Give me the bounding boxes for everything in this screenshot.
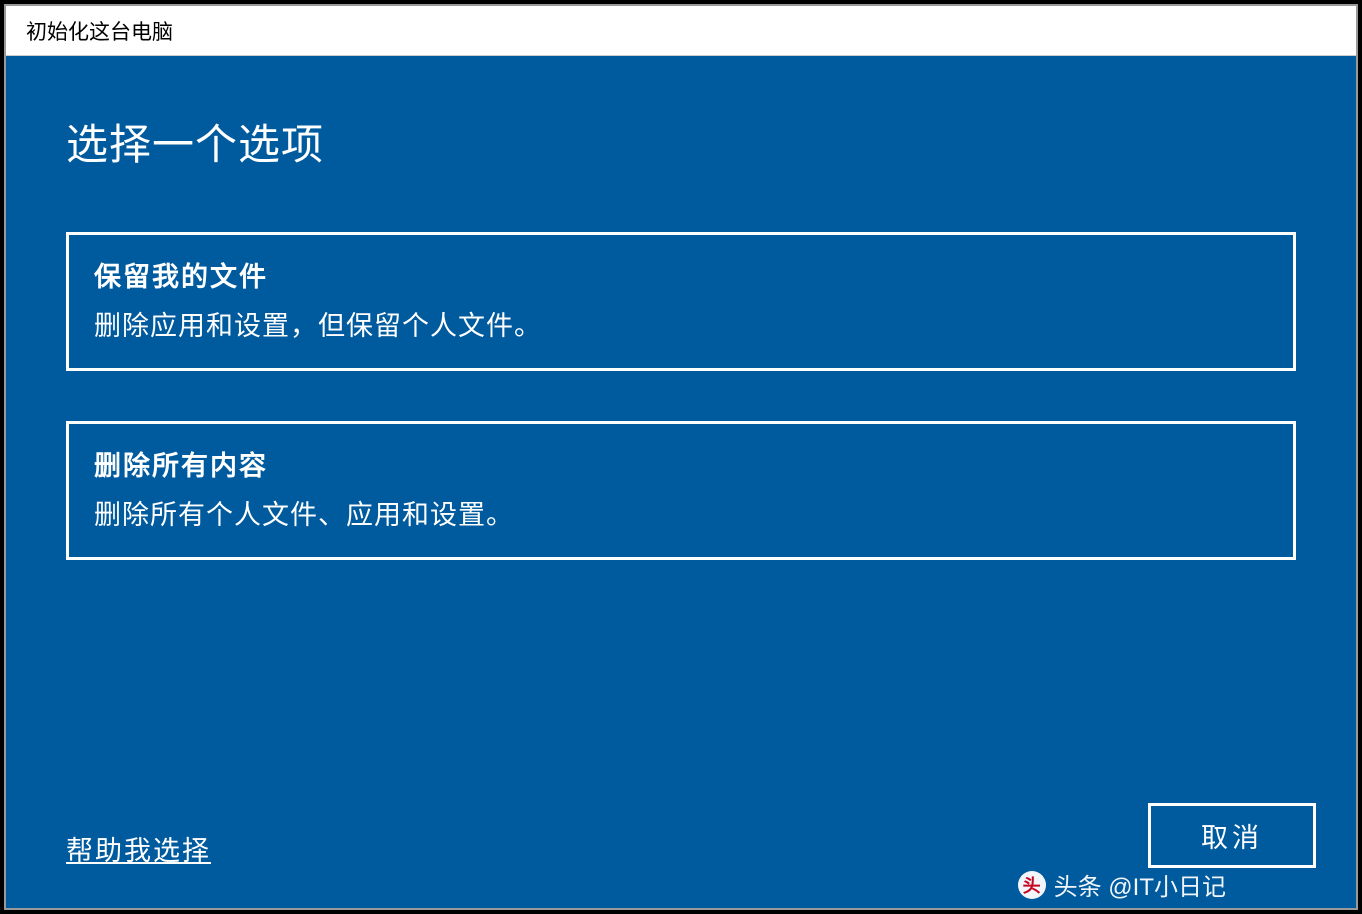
page-heading: 选择一个选项 (66, 111, 1296, 172)
option-keep-files[interactable]: 保留我的文件 删除应用和设置，但保留个人文件。 (66, 232, 1296, 371)
option-remove-everything-desc: 删除所有个人文件、应用和设置。 (94, 493, 1268, 532)
watermark-text: 头条 @IT小日记 (1054, 867, 1226, 902)
window-title: 初始化这台电脑 (26, 16, 173, 46)
watermark: 头 头条 @IT小日记 (1018, 867, 1226, 902)
bottom-row: 帮助我选择 取消 (66, 803, 1316, 868)
titlebar: 初始化这台电脑 (6, 6, 1356, 56)
option-remove-everything-title: 删除所有内容 (94, 444, 1268, 483)
help-link[interactable]: 帮助我选择 (66, 829, 211, 868)
option-keep-files-desc: 删除应用和设置，但保留个人文件。 (94, 304, 1268, 343)
reset-pc-window: 初始化这台电脑 选择一个选项 保留我的文件 删除应用和设置，但保留个人文件。 删… (4, 4, 1358, 910)
option-remove-everything[interactable]: 删除所有内容 删除所有个人文件、应用和设置。 (66, 421, 1296, 560)
option-keep-files-title: 保留我的文件 (94, 255, 1268, 294)
cancel-button[interactable]: 取消 (1148, 803, 1316, 868)
watermark-icon: 头 (1018, 871, 1046, 899)
content-area: 选择一个选项 保留我的文件 删除应用和设置，但保留个人文件。 删除所有内容 删除… (6, 56, 1356, 908)
